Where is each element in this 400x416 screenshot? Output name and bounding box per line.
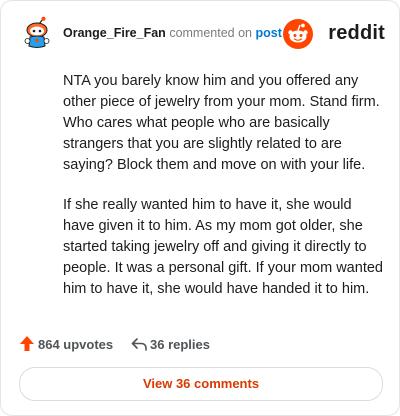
username-link[interactable]: Orange_Fire_Fan: [63, 26, 166, 40]
comment-paragraph-1: NTA you barely know him and you offered …: [63, 73, 380, 173]
upvote-arrow-icon: [20, 336, 34, 351]
upvote-count: 864 upvotes: [38, 337, 114, 352]
reddit-logo-icon: [283, 19, 313, 49]
comment-body: NTA you barely know him and you offered …: [63, 71, 385, 319]
action-text: commented on: [169, 26, 252, 40]
comment-card: Orange_Fire_Fan commented on post reddit…: [0, 0, 400, 416]
reply-arrow-icon: [131, 338, 147, 351]
comment-paragraph-2: If she really wanted him to have it, she…: [63, 197, 383, 297]
snoo-avatar-icon[interactable]: [19, 15, 55, 51]
reply-count: 36 replies: [150, 337, 210, 352]
view-comments-button[interactable]: View 36 comments: [19, 367, 383, 401]
reddit-brand[interactable]: reddit: [275, 19, 385, 49]
reddit-wordmark: reddit: [328, 22, 385, 44]
comment-header: Orange_Fire_Fan commented on post reddit: [19, 15, 385, 55]
comment-meta: Orange_Fire_Fan commented on post: [63, 26, 282, 40]
